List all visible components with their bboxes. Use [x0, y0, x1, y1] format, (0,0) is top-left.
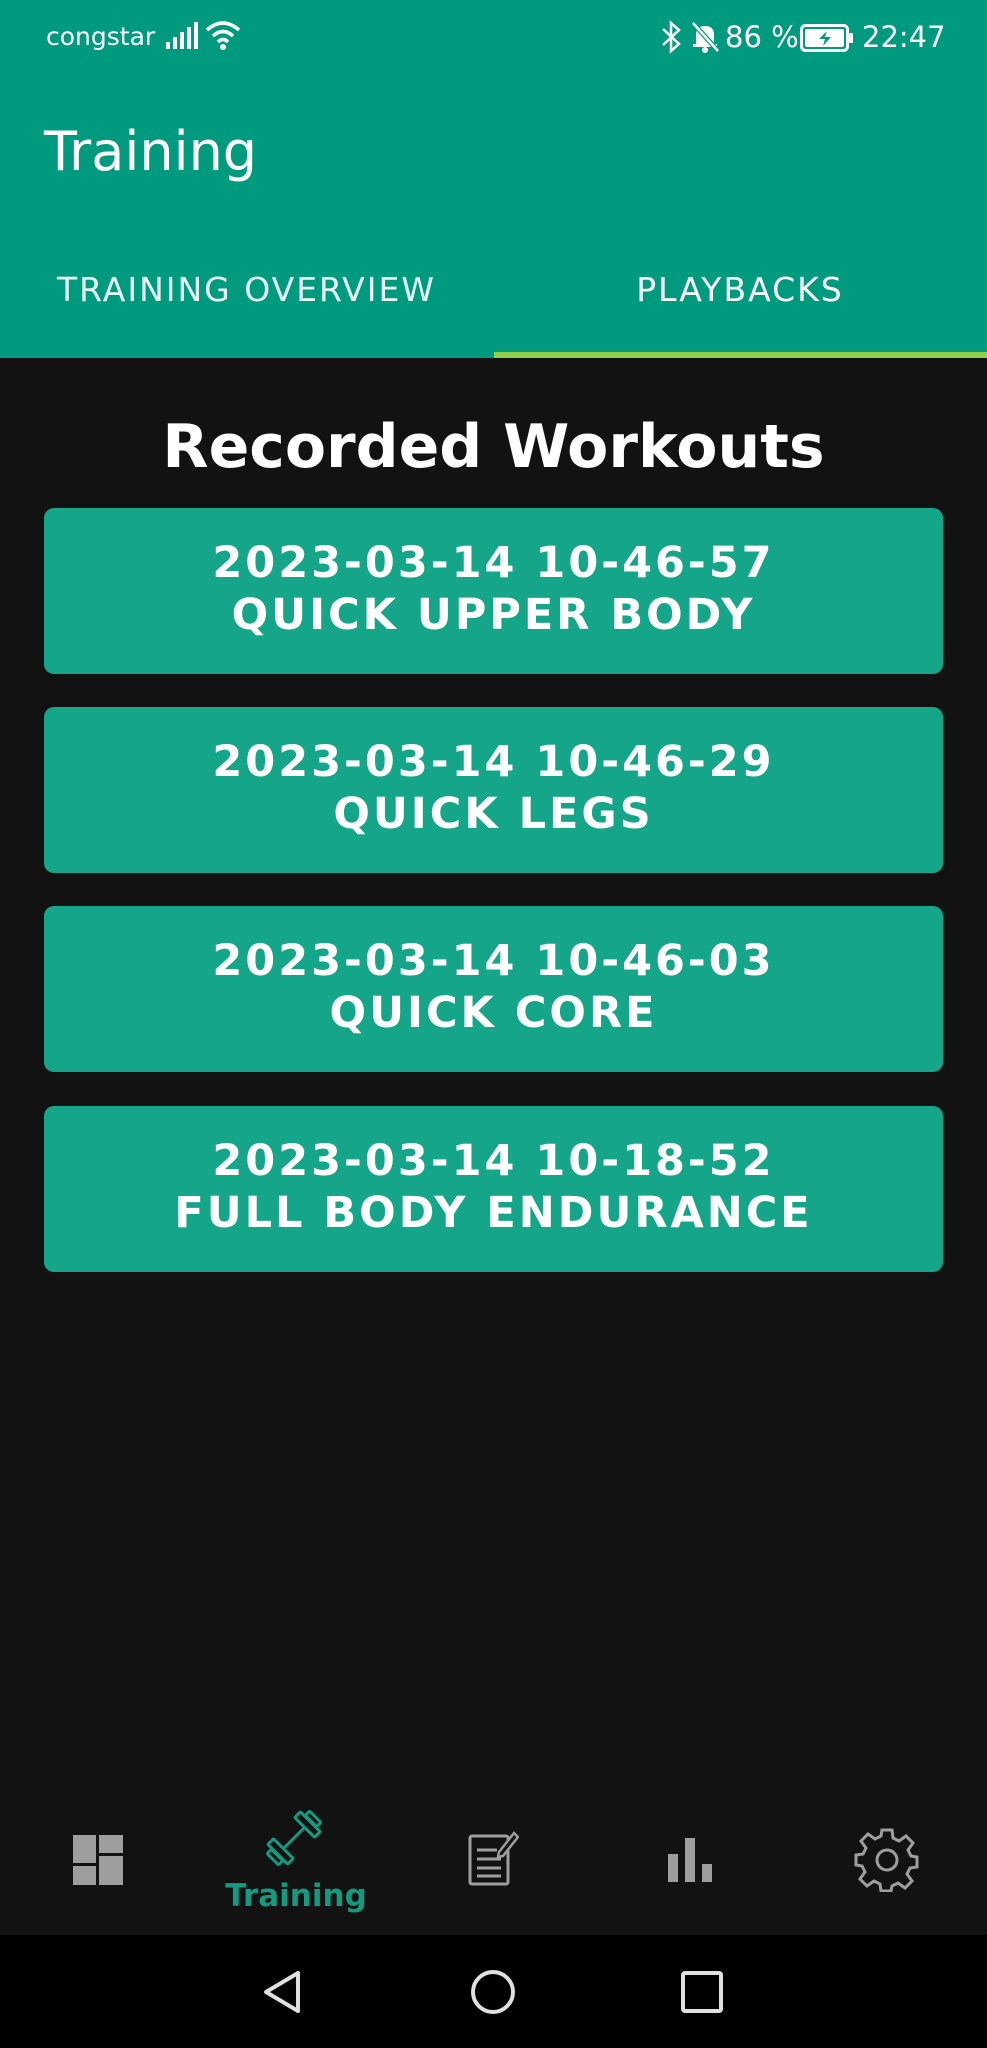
- workout-timestamp: 2023-03-14 10-46-03: [212, 936, 775, 986]
- workout-playback-button[interactable]: 2023-03-14 10-46-29 QUICK LEGS: [44, 707, 943, 873]
- nav-item-notes[interactable]: [395, 1780, 592, 1935]
- workout-name: QUICK CORE: [329, 988, 658, 1038]
- workout-name: QUICK LEGS: [333, 789, 654, 839]
- workout-name: FULL BODY ENDURANCE: [174, 1188, 813, 1238]
- recents-icon[interactable]: [677, 1967, 727, 2017]
- bar-chart-icon: [668, 1838, 712, 1882]
- bottom-navigation: Training: [0, 1780, 987, 1935]
- tab-indicator: [494, 352, 987, 358]
- dumbbell-icon: [266, 1810, 322, 1866]
- nav-item-training[interactable]: Training: [197, 1780, 395, 1935]
- workout-playback-button[interactable]: 2023-03-14 10-46-03 QUICK CORE: [44, 906, 943, 1072]
- gear-icon: [854, 1828, 919, 1892]
- signal-icon: [166, 22, 198, 49]
- workout-name: QUICK UPPER BODY: [231, 590, 756, 640]
- status-bar: congstar 86 % 22:47: [0, 0, 987, 76]
- carrier-name: congstar: [46, 22, 156, 51]
- bluetooth-icon: [662, 20, 681, 54]
- tab-playbacks[interactable]: PLAYBACKS: [493, 270, 987, 320]
- back-icon[interactable]: [258, 1967, 308, 2017]
- app-root: congstar 86 % 22:47 Training TRAINING OV…: [0, 0, 987, 2048]
- dashboard-icon: [73, 1835, 123, 1885]
- battery-percent: 86 %: [725, 20, 799, 54]
- page-title: Training: [44, 120, 258, 183]
- workout-playback-button[interactable]: 2023-03-14 10-46-57 QUICK UPPER BODY: [44, 508, 943, 674]
- home-icon[interactable]: [468, 1967, 518, 2017]
- nav-item-dashboard[interactable]: [0, 1780, 197, 1935]
- header: congstar 86 % 22:47 Training TRAINING OV…: [0, 0, 987, 358]
- tab-training-overview[interactable]: TRAINING OVERVIEW: [0, 270, 493, 320]
- recorded-workouts-heading: Recorded Workouts: [162, 412, 825, 482]
- nav-item-statistics[interactable]: [592, 1780, 790, 1935]
- bell-muted-icon: [691, 21, 720, 53]
- system-navigation-bar: [0, 1935, 987, 2048]
- wifi-icon: [205, 21, 241, 50]
- workout-timestamp: 2023-03-14 10-18-52: [212, 1136, 775, 1186]
- workout-playback-button[interactable]: 2023-03-14 10-18-52 FULL BODY ENDURANCE: [44, 1106, 943, 1272]
- notes-edit-icon: [468, 1831, 519, 1886]
- nav-item-settings[interactable]: [790, 1780, 987, 1935]
- clock: 22:47: [862, 20, 946, 54]
- nav-label-training: Training: [225, 1878, 367, 1914]
- battery-charging-icon: [800, 24, 853, 52]
- workout-timestamp: 2023-03-14 10-46-57: [212, 538, 775, 588]
- workout-timestamp: 2023-03-14 10-46-29: [212, 737, 775, 787]
